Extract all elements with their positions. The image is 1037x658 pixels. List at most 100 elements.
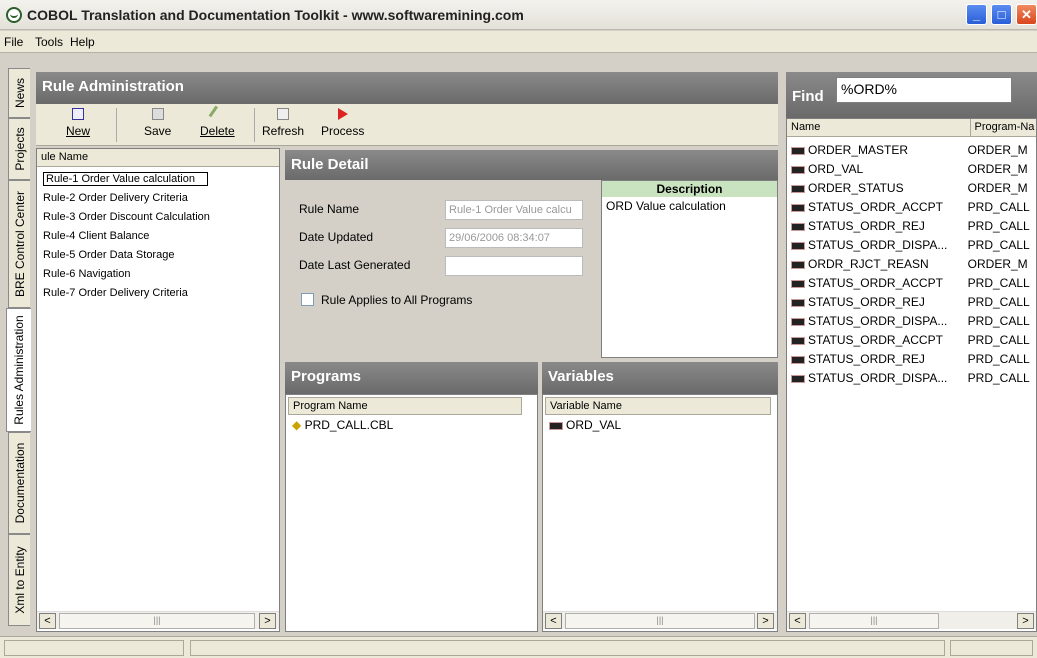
tab-bre-control-center[interactable]: BRE Control Center — [8, 180, 30, 308]
find-label: Find — [792, 88, 824, 105]
process-button[interactable]: Process — [321, 108, 364, 138]
tab-label: Rules Administration — [12, 315, 26, 425]
delete-button[interactable]: Delete — [200, 105, 235, 138]
find-name: ORDER_MASTER — [808, 143, 909, 157]
program-item[interactable]: ◆ PRD_CALL.CBL — [286, 415, 537, 435]
rule-item[interactable]: Rule-5 Order Data Storage — [37, 246, 279, 265]
rule-item[interactable]: Rule-6 Navigation — [37, 265, 279, 284]
find-name: STATUS_ORDR_DISPA... — [808, 238, 948, 252]
app-logo-icon — [6, 7, 22, 23]
menu-file[interactable]: File — [4, 35, 23, 49]
variable-icon — [791, 184, 805, 193]
find-row[interactable]: STATUS_ORDR_REJ PRD_CALL — [787, 350, 1036, 369]
rule-item[interactable]: Rule-1 Order Value calculation — [37, 170, 279, 189]
find-hscrollbar[interactable]: < ||| > — [787, 611, 1036, 629]
menu-help[interactable]: Help — [70, 35, 95, 49]
variable-icon — [549, 421, 563, 430]
find-program: PRD_CALL — [967, 371, 1030, 385]
rule-item[interactable]: Rule-7 Order Delivery Criteria — [37, 284, 279, 303]
find-row[interactable]: STATUS_ORDR_ACCPT PRD_CALL — [787, 274, 1036, 293]
find-name: STATUS_ORDR_REJ — [808, 352, 925, 366]
close-button[interactable]: ✕ — [1016, 4, 1037, 25]
save-label: Save — [144, 124, 172, 138]
description-text[interactable]: ORD Value calculation — [602, 197, 777, 215]
find-program: PRD_CALL — [967, 276, 1030, 290]
variable-icon — [791, 222, 805, 231]
find-row[interactable]: ORDR_RJCT_REASN ORDER_M — [787, 255, 1036, 274]
refresh-icon — [277, 108, 290, 120]
find-row[interactable]: STATUS_ORDR_DISPA... PRD_CALL — [787, 312, 1036, 331]
rule-item[interactable]: Rule-3 Order Discount Calculation — [37, 208, 279, 227]
scroll-left-icon[interactable]: < — [789, 613, 806, 629]
variable-icon — [791, 374, 805, 383]
rule-item[interactable]: Rule-2 Order Delivery Criteria — [37, 189, 279, 208]
date-updated-field[interactable]: 29/06/2006 08:34:07 — [445, 228, 583, 248]
program-column-header[interactable]: Program-Na — [971, 119, 1036, 136]
rule-label: Rule-2 Order Delivery Criteria — [43, 192, 188, 204]
tab-rules-administration[interactable]: Rules Administration — [6, 308, 31, 432]
rule-label: Rule-1 Order Value calculation — [43, 172, 208, 186]
find-row[interactable]: STATUS_ORDR_REJ PRD_CALL — [787, 293, 1036, 312]
tab-news[interactable]: News — [8, 68, 30, 118]
vertical-tab-strip: News Projects BRE Control Center Rules A… — [0, 54, 31, 634]
scroll-left-icon[interactable]: < — [39, 613, 56, 629]
find-row[interactable]: ORDER_STATUS ORDER_M — [787, 179, 1036, 198]
rule-label: Rule-7 Order Delivery Criteria — [43, 287, 188, 299]
scroll-right-icon[interactable]: > — [1017, 613, 1034, 629]
variable-name-column-header[interactable]: Variable Name — [545, 397, 771, 415]
maximize-button[interactable]: □ — [991, 4, 1012, 25]
rule-name-label: Rule Name — [299, 202, 360, 216]
scroll-right-icon[interactable]: > — [259, 613, 276, 629]
save-button[interactable]: Save — [144, 108, 171, 138]
toolbar-divider — [254, 108, 255, 142]
find-row[interactable]: STATUS_ORDR_ACCPT PRD_CALL — [787, 331, 1036, 350]
variable-icon — [791, 336, 805, 345]
scroll-thumb[interactable]: ||| — [809, 613, 939, 629]
new-button[interactable]: New — [66, 108, 90, 138]
find-name: STATUS_ORDR_ACCPT — [808, 200, 943, 214]
find-program: PRD_CALL — [967, 238, 1030, 252]
find-row[interactable]: STATUS_ORDR_DISPA... PRD_CALL — [787, 369, 1036, 388]
variables-header: Variables — [542, 362, 778, 394]
find-program: ORDER_M — [967, 181, 1028, 195]
date-generated-label: Date Last Generated — [299, 258, 411, 272]
program-name-column-header[interactable]: Program Name — [288, 397, 522, 415]
variable-icon — [791, 317, 805, 326]
find-name: STATUS_ORDR_ACCPT — [808, 276, 943, 290]
refresh-button[interactable]: Refresh — [262, 108, 304, 138]
name-column-header[interactable]: Name — [787, 119, 971, 136]
find-row[interactable]: ORDER_MASTER ORDER_M — [787, 141, 1036, 160]
title-bar[interactable]: COBOL Translation and Documentation Tool… — [0, 0, 1037, 30]
rule-name-column-header[interactable]: ule Name — [37, 149, 279, 167]
find-name: STATUS_ORDR_REJ — [808, 295, 925, 309]
variable-icon — [791, 279, 805, 288]
minimize-button[interactable]: _ — [966, 4, 987, 25]
scroll-left-icon[interactable]: < — [545, 613, 562, 629]
scroll-right-icon[interactable]: > — [757, 613, 774, 629]
find-row[interactable]: ORD_VAL ORDER_M — [787, 160, 1036, 179]
find-input[interactable]: %ORD% — [836, 77, 1012, 103]
rule-label: Rule-5 Order Data Storage — [43, 249, 175, 261]
find-row[interactable]: STATUS_ORDR_DISPA... PRD_CALL — [787, 236, 1036, 255]
menu-tools[interactable]: Tools — [35, 35, 63, 49]
date-generated-field[interactable] — [445, 256, 583, 276]
rule-list-hscrollbar[interactable]: < ||| > — [37, 611, 279, 629]
tab-projects[interactable]: Projects — [8, 118, 30, 180]
programs-title: Programs — [291, 368, 362, 385]
variables-hscrollbar[interactable]: < ||| > — [543, 611, 777, 629]
rule-name-field[interactable]: Rule-1 Order Value calcu — [445, 200, 583, 220]
process-icon — [337, 108, 348, 120]
variable-item[interactable]: ORD_VAL — [543, 415, 777, 435]
rule-item[interactable]: Rule-4 Client Balance — [37, 227, 279, 246]
scroll-thumb[interactable]: ||| — [59, 613, 255, 629]
find-row[interactable]: STATUS_ORDR_REJ PRD_CALL — [787, 217, 1036, 236]
tab-documentation[interactable]: Documentation — [8, 432, 30, 534]
scroll-thumb[interactable]: ||| — [565, 613, 755, 629]
rule-rows: Rule-1 Order Value calculation Rule-2 Or… — [37, 167, 279, 303]
find-row[interactable]: STATUS_ORDR_ACCPT PRD_CALL — [787, 198, 1036, 217]
column-label: Program Name — [293, 400, 368, 412]
applies-checkbox[interactable] — [301, 293, 314, 306]
rule-label: Rule-6 Navigation — [43, 268, 131, 280]
tab-xml-to-entity[interactable]: Xml to Entity — [8, 534, 30, 626]
date-updated-label: Date Updated — [299, 230, 374, 244]
